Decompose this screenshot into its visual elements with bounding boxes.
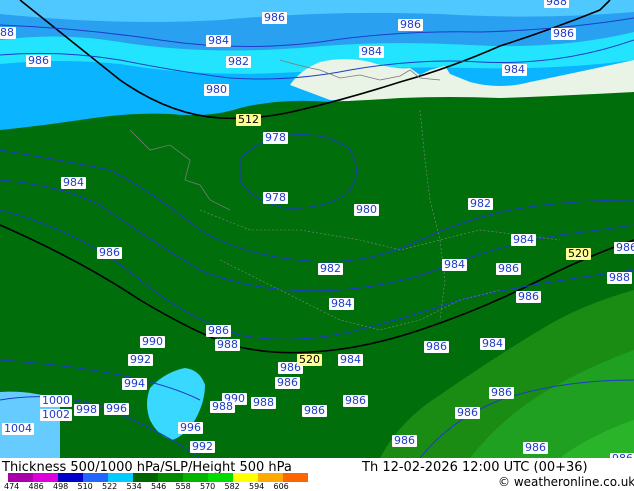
- slp-label: 978: [263, 131, 288, 144]
- slp-label: 986: [523, 441, 548, 454]
- slp-label: 988: [251, 396, 276, 409]
- map-datetime: Th 12-02-2026 12:00 UTC (00+36): [362, 460, 588, 475]
- weather-map: [0, 0, 634, 458]
- slp-label: 986: [614, 242, 634, 254]
- slp-label: 982: [226, 55, 251, 68]
- slp-label: 986: [262, 11, 287, 24]
- legend-swatch: [33, 473, 58, 482]
- slp-label: 986: [275, 376, 300, 389]
- slp-label: 992: [190, 440, 215, 453]
- slp-label: 88: [0, 26, 16, 39]
- height-label: 520: [566, 247, 591, 260]
- slp-label: 986: [496, 262, 521, 275]
- slp-label: 980: [204, 83, 229, 96]
- slp-label: 988: [215, 338, 240, 351]
- slp-label: 982: [468, 197, 493, 210]
- slp-label: 998: [74, 403, 99, 416]
- legend-swatch: [108, 473, 133, 482]
- slp-label: 986: [455, 406, 480, 419]
- slp-label: 984: [206, 34, 231, 47]
- slp-label: 986: [516, 290, 541, 303]
- slp-label: 986: [206, 324, 231, 337]
- slp-label: 986: [97, 246, 122, 259]
- slp-label: 986: [392, 434, 417, 447]
- legend-colorbar: [8, 473, 308, 482]
- slp-label: 982: [318, 262, 343, 275]
- slp-label: 988: [210, 400, 235, 413]
- copyright: © weatheronline.co.uk: [498, 475, 634, 489]
- slp-label: 986: [489, 386, 514, 399]
- slp-label: 990: [140, 335, 165, 348]
- legend-swatch: [158, 473, 183, 482]
- slp-label: 986: [551, 27, 576, 40]
- slp-label: 984: [502, 63, 527, 76]
- slp-label: 984: [480, 337, 505, 350]
- slp-label: 986: [26, 54, 51, 67]
- legend-swatch: [133, 473, 158, 482]
- slp-label: 984: [359, 45, 384, 58]
- slp-label: 984: [338, 353, 363, 366]
- slp-label: 996: [178, 421, 203, 434]
- legend-swatch: [283, 473, 308, 482]
- slp-label: 992: [128, 353, 153, 366]
- slp-label: 984: [329, 297, 354, 310]
- slp-label: 994: [122, 377, 147, 390]
- legend-swatch: [233, 473, 258, 482]
- height-label: 512: [236, 113, 261, 126]
- slp-label: 986: [398, 18, 423, 31]
- slp-label: 978: [263, 191, 288, 204]
- slp-label: 986: [424, 340, 449, 353]
- legend-swatch: [83, 473, 108, 482]
- slp-label: 1000: [40, 394, 72, 407]
- legend-swatch: [208, 473, 233, 482]
- legend-swatch: [8, 473, 33, 482]
- height-label: 520: [297, 353, 322, 366]
- legend-swatch: [183, 473, 208, 482]
- slp-label: 1004: [2, 422, 34, 435]
- slp-label: 988: [544, 0, 569, 8]
- slp-label: 980: [354, 203, 379, 216]
- slp-label: 1002: [40, 408, 72, 421]
- slp-label: 986: [343, 394, 368, 407]
- legend-swatch: [58, 473, 83, 482]
- slp-label: 986: [302, 404, 327, 417]
- slp-label: 996: [104, 402, 129, 415]
- slp-label: 984: [442, 258, 467, 271]
- legend-swatch: [258, 473, 283, 482]
- slp-label: 988: [607, 271, 632, 284]
- slp-label: 984: [61, 176, 86, 189]
- slp-label: 984: [511, 233, 536, 246]
